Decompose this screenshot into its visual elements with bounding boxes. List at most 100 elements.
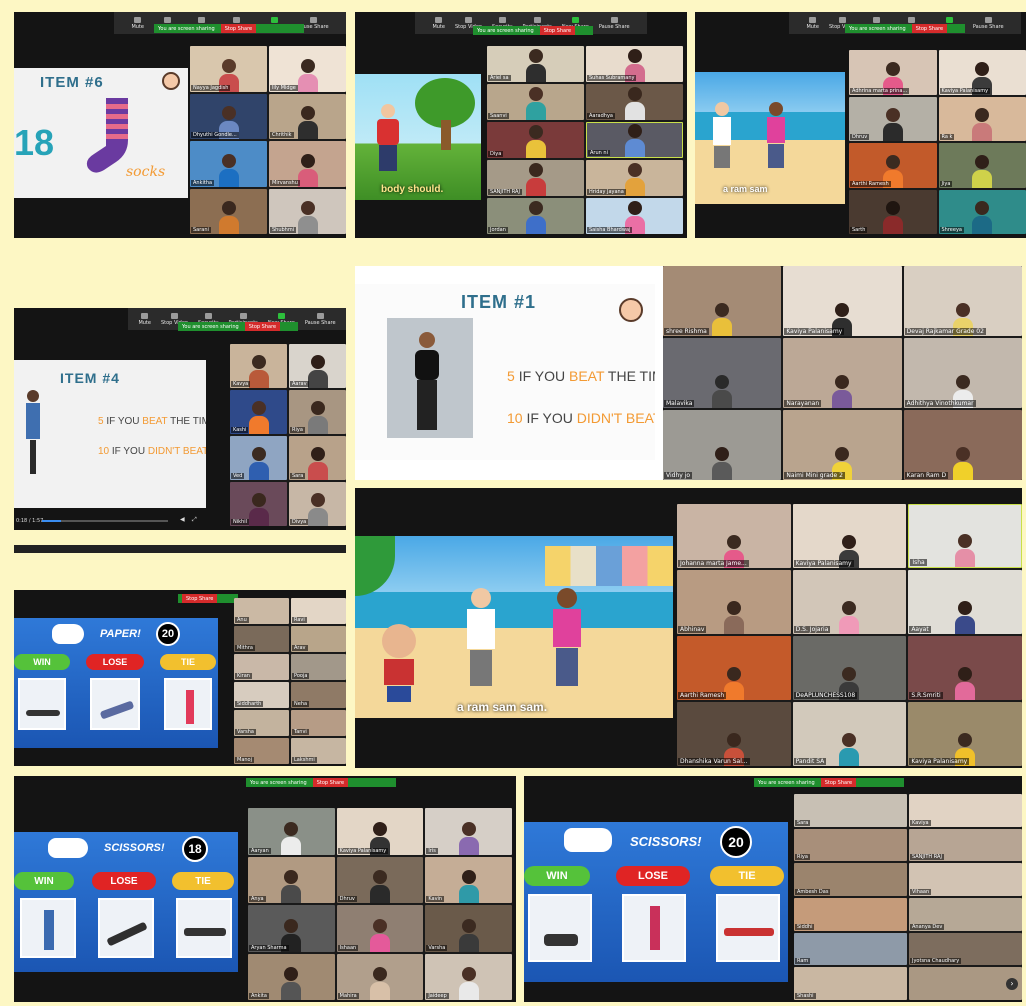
stop-share-button[interactable]: Stop Share: [820, 778, 857, 787]
stop-share-button[interactable]: Stop Share: [220, 24, 257, 33]
mic-icon: [134, 16, 142, 23]
shield-icon: [197, 16, 205, 23]
volume-icon[interactable]: ◀: [180, 516, 185, 523]
screenshot-rps-scissors-18: You are screen sharing Stop Share SCISSO…: [14, 776, 516, 1002]
participant-tile: Dhruv: [849, 96, 937, 141]
girl-dancer: [553, 588, 581, 686]
participant-tile: DeAPLUNCHESS108: [792, 636, 907, 700]
participant-figure: [248, 447, 269, 480]
participant-tile: Anu: [234, 598, 289, 624]
participant-tile: SANJITH RAJ: [487, 160, 584, 196]
participant-tile: Aaryan: [248, 808, 335, 855]
rps-timer: 18: [182, 836, 208, 862]
participant-gallery: Sara Kaviya Riya SANJITH RAJ Ambesh Das …: [794, 794, 1022, 1000]
participant-tile: Kiran: [234, 654, 289, 680]
fullscreen-icon[interactable]: ⤢: [192, 516, 197, 524]
participant-tile: Siddharth: [234, 682, 289, 708]
stop-share-button[interactable]: Stop Share: [312, 778, 349, 787]
participant-tile: Shreeya: [938, 189, 1026, 234]
participant-figure: [525, 163, 546, 196]
participant-figure: [297, 201, 318, 234]
slide-item6: ITEM #6 18 socks: [14, 68, 188, 198]
song-caption: a ram sam: [723, 184, 768, 194]
exercise-photo: [387, 318, 473, 438]
participant-tile: Kashi: [230, 390, 287, 434]
participant-figure: [624, 163, 645, 196]
tree-trunk: [441, 120, 451, 150]
participant-figure: [248, 401, 269, 434]
screenshot-item6: Mute Stop Video Security Participants Ne…: [14, 12, 346, 238]
rps-timer: 20: [156, 622, 180, 646]
mute-button[interactable]: Mute: [806, 16, 819, 30]
video-progress[interactable]: [42, 520, 168, 522]
participant-figure: [839, 601, 860, 634]
windows-taskbar: [14, 545, 346, 553]
slide-cartoon: body should.: [355, 74, 481, 200]
participant-tile: Aryan Sharma: [248, 905, 335, 952]
participant-tile: Devaj Rajkamar Grade 02: [903, 266, 1022, 336]
win-exercise-card: [528, 894, 592, 962]
win-label: WIN: [14, 872, 74, 890]
participant-tile: Dhyuthi Gondle...: [190, 93, 267, 139]
buildings: [545, 546, 673, 586]
participant-tile: Jyotsna Chaudhary: [909, 932, 1022, 966]
participant-tile: Ariel sa: [487, 46, 584, 82]
participant-figure: [955, 601, 976, 634]
slide-beach: a ram sam: [695, 72, 845, 204]
screenshot-item4: Mute Stop Video Security Participants Ne…: [14, 308, 346, 530]
rps-title: SCISSORS!: [104, 842, 165, 854]
stop-share-button[interactable]: Stop Share: [911, 24, 948, 33]
rps-title: PAPER!: [100, 628, 141, 640]
mute-button[interactable]: Mute: [131, 16, 144, 30]
pause-icon: [309, 16, 317, 23]
video-icon: [163, 16, 171, 23]
lose-label: LOSE: [86, 654, 144, 670]
participant-tile: Aarthi Ramesh: [849, 143, 937, 188]
participant-tile: Vidhy jo: [663, 410, 782, 480]
screenshot-item1: ITEM #1 5 IF YOU BEAT THE TIMER 10 IF YO…: [355, 266, 1022, 480]
rule-beat-timer: 5 IF YOU BEAT THE TIMER: [98, 416, 206, 427]
slide-item1: ITEM #1 5 IF YOU BEAT THE TIMER 10 IF YO…: [355, 284, 655, 460]
scissors-hand-icon: [48, 838, 88, 858]
tie-exercise-card: [164, 678, 212, 730]
page-nav-icon[interactable]: ›: [1006, 977, 1018, 990]
stop-share-button[interactable]: Stop Share: [539, 26, 576, 35]
mute-button[interactable]: Mute: [138, 312, 151, 326]
participant-gallery: shree Rishma Kaviya Palanisamy Devaj Raj…: [663, 266, 1022, 480]
people-icon: [239, 312, 247, 319]
participant-tile: Shubhmi: [269, 188, 346, 234]
participant-tile: Kaviya Palanisamy: [792, 504, 907, 568]
participant-tile: Arun ni: [586, 122, 683, 158]
participant-gallery: Anu Ravi Mithra Arav Kiran Pooja Siddhar…: [234, 598, 346, 764]
presenter-avatar: [162, 72, 180, 90]
share-status-bar: You are screen sharing Stop Share: [246, 778, 396, 787]
participant-figure: [369, 918, 390, 952]
participant-tile: Lakshmi: [291, 738, 346, 764]
mute-button[interactable]: Mute: [432, 16, 445, 30]
rule-didnt-beat: 10 IF YOU DIDN'T BEAT IT: [98, 446, 206, 457]
participant-tile: Adhrina marta prina...: [849, 50, 937, 95]
participant-figure: [248, 493, 269, 526]
stop-share-button[interactable]: Stop Share: [244, 322, 281, 331]
win-label: WIN: [524, 866, 590, 886]
stop-share-button[interactable]: Stop Share: [182, 594, 218, 603]
participant-figure: [839, 733, 860, 766]
pause-share-button[interactable]: Pause Share: [973, 16, 1004, 30]
scissors-hand-icon: [564, 828, 612, 852]
screenshot-rps-paper: Stop Share PAPER! 20 WIN LOSE TIE Anu Ra…: [14, 590, 346, 766]
rule-didnt-beat: 10 IF YOU DIDN'T BEAT IT: [507, 410, 655, 426]
cartoon-man: [375, 104, 401, 174]
participant-tile: Mahira: [336, 953, 424, 1000]
participant-tile: Aarthi Ramesh: [677, 636, 791, 700]
video-icon: [170, 312, 178, 319]
pause-share-button[interactable]: Pause Share: [599, 16, 630, 30]
share-status-bar: You are screen sharing Stop Share: [754, 778, 904, 787]
participant-tile: Aarav: [289, 344, 346, 388]
participant-tile: Riya: [794, 828, 907, 862]
pause-share-button[interactable]: Pause Share: [305, 312, 336, 326]
share-status-bar: You are screen sharing Stop Share: [178, 322, 298, 331]
participant-figure: [712, 375, 733, 408]
song-caption: body should.: [381, 184, 444, 195]
participant-tile: Varsha: [425, 905, 512, 952]
participant-tile: Sara: [794, 794, 907, 827]
